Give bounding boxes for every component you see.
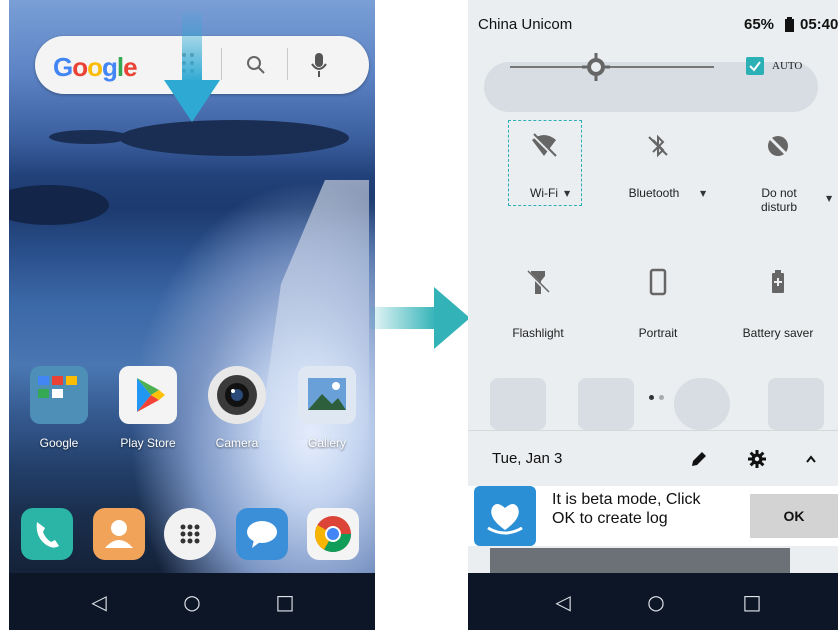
google-logo: Google xyxy=(53,52,138,82)
chrome-icon[interactable] xyxy=(307,508,359,560)
search-divider xyxy=(221,48,222,80)
microphone-icon[interactable] xyxy=(311,52,327,78)
auto-brightness-checkbox[interactable] xyxy=(746,57,764,75)
dnd-tile-label[interactable]: Do not disturb xyxy=(724,186,834,214)
portrait-icon[interactable] xyxy=(644,268,672,296)
page-indicator xyxy=(659,395,664,400)
bluetooth-dropdown-icon[interactable]: ▼ xyxy=(700,189,706,198)
settings-gear-icon[interactable] xyxy=(748,450,766,468)
ghost-app xyxy=(490,378,546,430)
ok-button[interactable]: OK xyxy=(750,494,838,538)
footer-divider xyxy=(468,430,838,431)
home-button[interactable]: ○ xyxy=(172,590,212,614)
battery-icon xyxy=(785,17,794,32)
back-button[interactable]: ◁ xyxy=(543,590,583,614)
ghost-app xyxy=(674,378,730,430)
clock: 05:40 xyxy=(800,16,838,33)
bluetooth-tile-label[interactable]: Bluetooth xyxy=(599,186,709,200)
flashlight-tile-label[interactable]: Flashlight xyxy=(483,326,593,340)
recents-button[interactable]: □ xyxy=(265,590,305,614)
home-button[interactable]: ○ xyxy=(636,590,676,614)
flashlight-icon[interactable] xyxy=(524,268,552,296)
cliff-scenery xyxy=(9,185,109,225)
beta-message: It is beta mode, Click OK to create log xyxy=(552,490,701,528)
recents-button[interactable]: □ xyxy=(732,590,772,614)
wifi-dropdown-icon[interactable]: ▼ xyxy=(564,189,570,198)
phone-icon[interactable] xyxy=(21,508,73,560)
brightness-slider[interactable] xyxy=(510,66,714,68)
gallery-icon[interactable] xyxy=(298,366,356,424)
collapse-chevron-up-icon[interactable] xyxy=(804,451,818,465)
beta-message-line2: OK to create log xyxy=(552,510,668,527)
carrier-label: China Unicom xyxy=(478,16,573,33)
messages-icon[interactable] xyxy=(236,508,288,560)
wifi-off-icon[interactable] xyxy=(530,132,558,160)
auto-brightness-label: AUTO xyxy=(772,60,803,72)
back-button[interactable]: ◁ xyxy=(79,590,119,614)
edit-icon[interactable] xyxy=(690,450,708,468)
app-label-gallery: Gallery xyxy=(307,436,346,450)
app-label-google: Google xyxy=(39,436,79,450)
dnd-dropdown-icon[interactable]: ▼ xyxy=(826,194,832,203)
ghost-app xyxy=(578,378,634,430)
contacts-icon[interactable] xyxy=(93,508,145,560)
search-icon[interactable] xyxy=(246,55,266,75)
swipe-down-arrow-icon xyxy=(164,12,220,124)
brightness-thumb-icon[interactable] xyxy=(581,52,611,82)
battery-percent: 65% xyxy=(744,16,775,33)
page-indicator-active xyxy=(649,395,654,400)
app-label-camera: Camera xyxy=(215,436,259,450)
play-store-icon[interactable] xyxy=(119,366,177,424)
battery-saver-tile-label[interactable]: Battery saver xyxy=(723,326,833,340)
ghost-app xyxy=(768,378,824,430)
camera-icon[interactable] xyxy=(208,366,266,424)
island-scenery xyxy=(119,120,349,156)
notification-shade: China Unicom 65% 05:40 AUTO Wi-Fi ▼ Blue… xyxy=(468,0,838,630)
date-label: Tue, Jan 3 xyxy=(492,450,563,467)
search-divider xyxy=(287,48,288,80)
do-not-disturb-icon[interactable] xyxy=(764,132,792,160)
transition-arrow-icon xyxy=(370,287,470,349)
bluetooth-off-icon[interactable] xyxy=(644,132,672,160)
portrait-tile-label[interactable]: Portrait xyxy=(603,326,713,340)
home-screen: Google Google Play Store Camera Gallery xyxy=(9,0,375,630)
island-scenery-small xyxy=(49,130,129,144)
google-folder-icon[interactable] xyxy=(30,366,88,424)
ghost-search-bar xyxy=(484,62,818,112)
beta-app-icon xyxy=(474,486,536,546)
wifi-tile-label[interactable]: Wi-Fi xyxy=(489,186,599,200)
app-drawer-icon[interactable] xyxy=(164,508,216,560)
battery-saver-icon[interactable] xyxy=(764,268,792,296)
beta-message-line1: It is beta mode, Click xyxy=(552,491,701,508)
app-label-play-store: Play Store xyxy=(120,436,176,450)
